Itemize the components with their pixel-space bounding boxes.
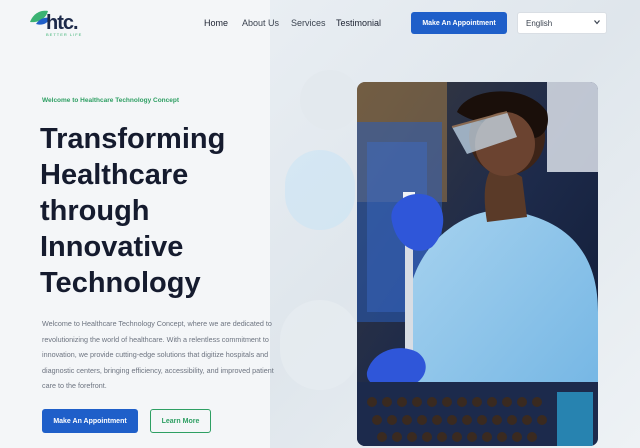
headline-line: Innovative [40, 231, 184, 263]
learn-more-button[interactable]: Learn More [150, 409, 211, 433]
make-appointment-button[interactable]: Make An Appointment [411, 12, 507, 34]
nav-about-us[interactable]: About Us [242, 18, 279, 28]
nav-testimonial[interactable]: Testimonial [336, 18, 381, 28]
language-select[interactable]: English [517, 12, 607, 34]
chevron-down-icon [594, 20, 600, 25]
headline-line: through [40, 195, 150, 227]
nav-services[interactable]: Services [291, 18, 326, 28]
brand-tagline: BETTER LIFE [46, 32, 83, 37]
headline-line: Healthcare [40, 159, 189, 191]
background-decoration [280, 300, 360, 390]
background-decoration [285, 150, 355, 230]
hero-description: Welcome to Healthcare Technology Concept… [42, 319, 274, 390]
hero-photo-lab-scientist [357, 82, 598, 446]
nav-home[interactable]: Home [204, 18, 228, 28]
headline-line: Technology [40, 267, 201, 299]
language-value: English [526, 18, 553, 28]
hero-tagline: Welcome to Healthcare Technology Concept [42, 97, 180, 104]
hero-headline: Transforming Healthcare through Innovati… [40, 121, 270, 301]
headline-line: Transforming [40, 123, 226, 155]
hero-appointment-button[interactable]: Make An Appointment [42, 409, 138, 433]
background-decoration [300, 70, 360, 130]
